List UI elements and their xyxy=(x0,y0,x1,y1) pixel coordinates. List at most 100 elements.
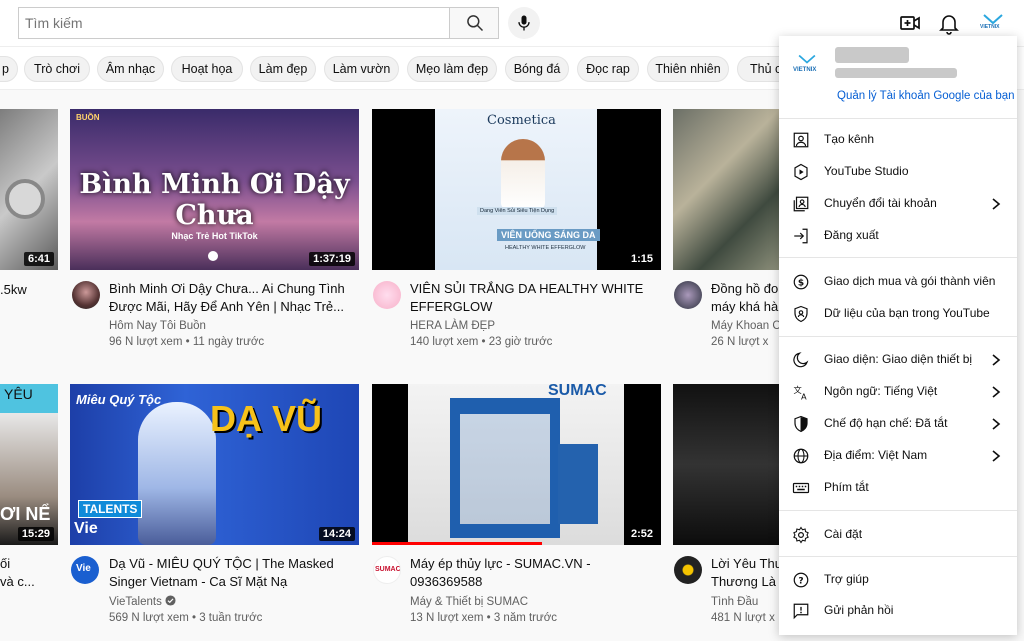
video-thumbnail[interactable]: Miêu Quý Tộc DẠ VŨ TALENTS Vie 14:24 xyxy=(70,384,359,545)
keyboard-icon xyxy=(792,482,810,494)
menu-item-switch-account[interactable]: Chuyển đổi tài khoản xyxy=(779,188,1017,220)
upload-age: 23 giờ trước xyxy=(488,336,553,348)
video-thumbnail[interactable] xyxy=(673,109,779,270)
menu-item-label: Chế độ hạn chế: Đã tắt xyxy=(824,416,948,430)
menu-divider xyxy=(779,336,1017,337)
search-input[interactable] xyxy=(18,7,450,39)
menu-item-help[interactable]: ? Trợ giúp xyxy=(779,564,1017,596)
language-icon: 文A xyxy=(794,385,808,402)
video-title-line-2: và c... xyxy=(0,574,35,589)
video-thumbnail-partial[interactable]: 6:41 xyxy=(0,109,58,270)
logo-text: VIETNIX xyxy=(793,67,817,73)
video-title-line-2: máy khá hà xyxy=(711,299,779,314)
search-button[interactable] xyxy=(449,7,499,39)
channel-name[interactable]: VieTalents xyxy=(109,594,176,610)
video-title-line-1: ối xyxy=(0,556,11,571)
channel-name[interactable]: HERA LÀM ĐẸP xyxy=(410,318,495,334)
video-stats: 140 lượt xem • 23 giờ trước xyxy=(410,336,553,348)
video-title[interactable]: Máy ép thủy lực - SUMAC.VN - 0936369588 xyxy=(410,555,660,593)
channel-avatar[interactable] xyxy=(373,281,401,309)
video-thumbnail[interactable]: BUỒN Bình Minh Ơi Dậy Chưa Nhạc Trẻ Hot … xyxy=(70,109,359,270)
chevron-right-icon xyxy=(992,198,1001,210)
menu-divider xyxy=(779,257,1017,258)
chip-1[interactable]: Trò chơi xyxy=(24,56,90,82)
video-thumbnail-partial[interactable]: YÊU ƠI NỂ 15:29 xyxy=(0,384,58,545)
video-title-line-2: EFFERGLOW xyxy=(410,299,493,314)
video-title[interactable]: Lời Yêu Thư Thương Là L xyxy=(711,555,779,593)
chip-7[interactable]: Bóng đá xyxy=(505,56,569,82)
thumbnail-left-text: Miêu Quý Tộc xyxy=(76,392,162,407)
purchases-icon: $ xyxy=(793,274,809,290)
menu-item-appearance[interactable]: Giao diện: Giao diện thiết bị xyxy=(779,344,1017,376)
create-video-icon[interactable] xyxy=(898,11,922,35)
account-header: VIETNIX Quản lý Tài khoản Google của bạn xyxy=(779,36,1017,118)
channel-avatar[interactable] xyxy=(72,281,100,309)
menu-item-label: Giao diện: Giao diện thiết bị xyxy=(824,352,973,366)
manage-account-link[interactable]: Quản lý Tài khoản Google của bạn xyxy=(837,90,1015,102)
channel-name[interactable]: Tình Đầu xyxy=(711,594,779,610)
menu-item-restricted-mode[interactable]: Chế độ hạn chế: Đã tắt xyxy=(779,408,1017,440)
video-title[interactable]: Bình Minh Ơi Dậy Chưa... Ai Chung Tình Đ… xyxy=(109,280,359,318)
video-title[interactable]: Đồng hồ đo máy khá hà xyxy=(711,280,779,318)
menu-item-label: Chuyển đổi tài khoản xyxy=(824,196,937,210)
menu-item-label: Tạo kênh xyxy=(824,132,875,146)
thumbnail-banner: VIÊN UỐNG SÁNG DA xyxy=(497,229,600,241)
video-title[interactable]: .5kw xyxy=(0,281,58,299)
menu-item-language[interactable]: 文A Ngôn ngữ: Tiếng Việt xyxy=(779,376,1017,408)
menu-item-create-channel[interactable]: Tạo kênh xyxy=(779,124,1017,156)
menu-item-settings[interactable]: Cài đặt xyxy=(779,519,1017,551)
menu-item-location[interactable]: Địa điểm: Việt Nam xyxy=(779,440,1017,472)
menu-item-purchases[interactable]: $ Giao dịch mua và gói thành viên xyxy=(779,266,1017,298)
account-avatar[interactable]: VIETNIX xyxy=(980,11,1006,35)
chip-3[interactable]: Hoạt họa xyxy=(171,56,243,82)
thumbnail-text-mid: ƠI NỂ xyxy=(0,504,51,524)
video-thumbnail[interactable]: Cosmetica Dang Viên Sủi Siêu Tiện Dụng V… xyxy=(372,109,661,270)
channel-name[interactable]: Hôm Nay Tôi Buồn xyxy=(109,318,206,334)
chip-5[interactable]: Làm vườn xyxy=(324,56,399,82)
upload-age: 3 năm trước xyxy=(493,612,557,624)
thumbnail-brand: Cosmetica xyxy=(487,113,556,128)
video-title[interactable]: ối và c... xyxy=(0,555,58,593)
menu-item-youtube-studio[interactable]: YouTube Studio xyxy=(779,156,1017,188)
thumbnail-subtitle-text: Nhạc Trẻ Hot TikTok xyxy=(171,231,258,241)
video-thumbnail[interactable] xyxy=(673,384,779,545)
channel-avatar[interactable] xyxy=(674,281,702,309)
channel-avatar[interactable]: SUMAC xyxy=(373,556,401,584)
chip-0[interactable]: p xyxy=(0,56,18,82)
channel-avatar[interactable]: Vie xyxy=(71,556,99,584)
menu-item-keyboard-shortcuts[interactable]: Phím tắt xyxy=(779,472,1017,504)
channel-name[interactable]: Máy Khoan C xyxy=(711,318,779,334)
help-icon: ? xyxy=(793,572,809,588)
video-thumbnail[interactable]: SUMAC 2:52 xyxy=(372,384,661,545)
avatar-text: SUMAC xyxy=(375,566,401,573)
menu-item-sign-out[interactable]: Đăng xuất xyxy=(779,220,1017,252)
chip-4[interactable]: Làm đẹp xyxy=(250,56,316,82)
thumbnail-tag: BUỒN xyxy=(76,113,100,122)
chip-2[interactable]: Âm nhạc xyxy=(97,56,164,82)
notifications-icon[interactable] xyxy=(937,11,961,35)
menu-item-feedback[interactable]: Gửi phản hồi xyxy=(779,595,1017,627)
view-count: 96 N lượt xem xyxy=(109,336,183,348)
voice-search-button[interactable] xyxy=(508,7,540,39)
video-title[interactable]: Dạ Vũ - MIÊU QUÝ TỘC | The Masked Singer… xyxy=(109,555,359,593)
menu-divider xyxy=(779,118,1017,119)
chevron-right-icon xyxy=(992,418,1001,430)
chip-8[interactable]: Đọc rap xyxy=(577,56,639,82)
chip-9[interactable]: Thiên nhiên xyxy=(647,56,729,82)
channel-avatar[interactable] xyxy=(674,556,702,584)
menu-item-label: Gửi phản hồi xyxy=(824,603,894,617)
channel-name[interactable]: Máy & Thiết bị SUMAC xyxy=(410,594,528,610)
svg-text:A: A xyxy=(801,392,807,402)
menu-item-label: Phím tắt xyxy=(824,480,869,494)
account-name-redacted xyxy=(835,47,909,63)
thumbnail-vie-logo: Vie xyxy=(74,520,98,537)
menu-item-your-data[interactable]: Dữ liệu của bạn trong YouTube xyxy=(779,298,1017,330)
view-count: 569 N lượt xem xyxy=(109,612,189,624)
chip-6[interactable]: Mẹo làm đẹp xyxy=(407,56,497,82)
video-title[interactable]: VIÊN SỦI TRẮNG DA HEALTHY WHITE EFFERGLO… xyxy=(410,280,660,318)
video-title-line-1: Lời Yêu Thư xyxy=(711,556,779,571)
thumbnail-person xyxy=(501,139,545,209)
video-duration: 1:37:19 xyxy=(309,252,355,266)
svg-text:$: $ xyxy=(798,278,804,288)
view-count: 26 N lượt x xyxy=(711,336,769,348)
